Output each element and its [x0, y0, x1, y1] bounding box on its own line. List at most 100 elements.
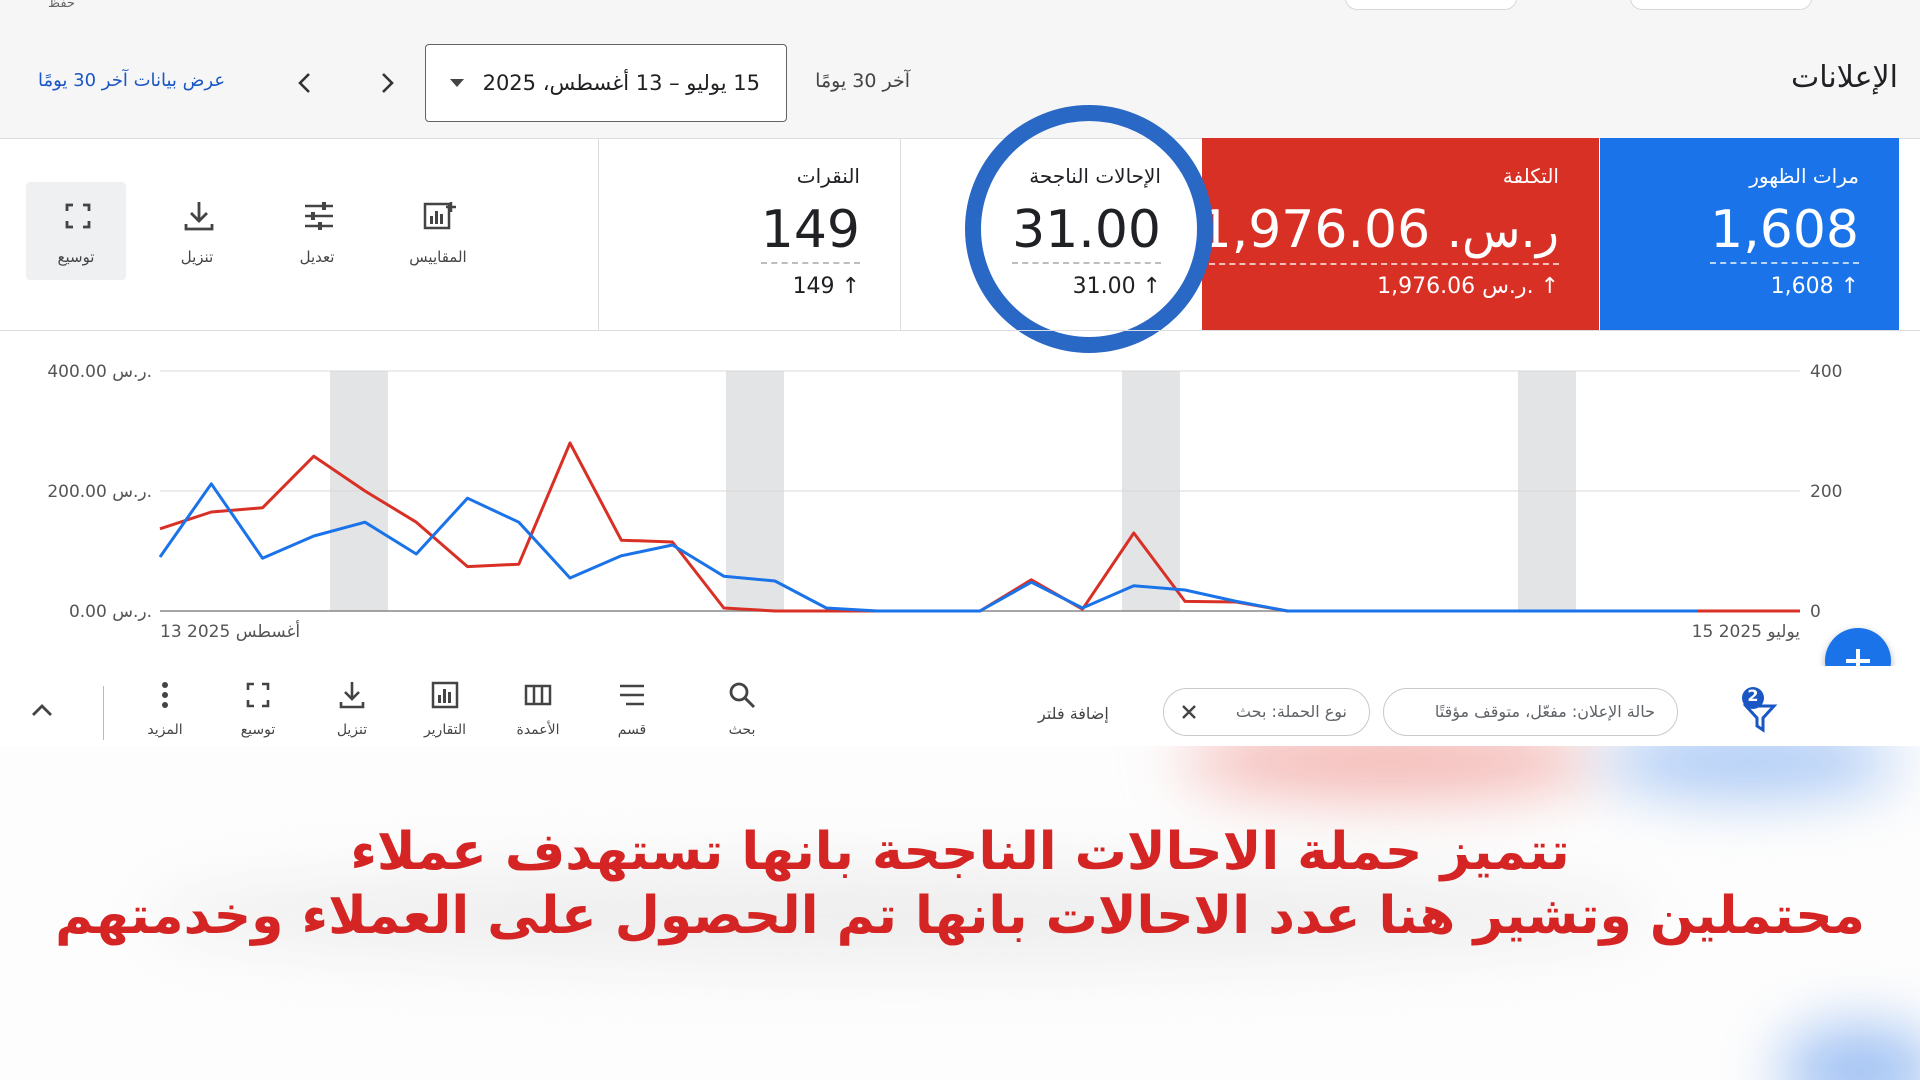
campaign-type-filter-chip[interactable]: نوع الحملة: بحث [1163, 688, 1370, 736]
more-button[interactable]: المزيد [125, 674, 205, 744]
y-tick-left: 0.00 ر.س. [69, 602, 152, 622]
next-period-button[interactable] [370, 66, 404, 100]
last-30-days-label: آخر 30 يومًا [815, 70, 910, 92]
save-label[interactable]: حفظ [48, 0, 75, 11]
ad-status-filter-text: حالة الإعلان: مفعّل، متوقف مؤقتًا [1434, 702, 1655, 721]
top-pill-left[interactable] [1345, 0, 1517, 10]
y-tick-right: 0 [1810, 602, 1821, 622]
filter-icon [1742, 687, 1778, 733]
arrow-up-icon: ↑ [1142, 274, 1161, 299]
clicks-comparison: 149 ↑ [793, 274, 860, 299]
segment-label: قسم [617, 722, 647, 738]
chevron-up-icon [32, 704, 52, 716]
y-tick-right: 400 [1810, 362, 1842, 382]
campaign-type-filter-text: نوع الحملة: بحث [1235, 702, 1347, 721]
reports-label: التقارير [423, 722, 467, 738]
x-tick-end-date: 13 أغسطس 2025 [160, 620, 300, 642]
ad-status-filter-chip[interactable]: حالة الإعلان: مفعّل، متوقف مؤقتًا [1383, 688, 1678, 736]
cost-value-line: ر.س. 1,976.06 [1198, 200, 1559, 265]
conversions-label: الإحالات الناجحة [1029, 164, 1161, 188]
impressions-card[interactable]: مرات الظهور 1,608 1,608 ↑ [1600, 138, 1899, 330]
download-icon [184, 202, 214, 231]
tune-icon [305, 202, 333, 230]
line-chart: 400.00 ر.س. 400 200.00 ر.س. 200 0.00 ر.س. 0 13… [47, 362, 1842, 642]
toolbar-divider [103, 686, 104, 740]
filter-count-badge: 2 [1747, 686, 1759, 705]
table-toolbar: المزيد توسيع تنزيل التقارير الأعمدة قسم … [0, 666, 1920, 746]
expand-table-button[interactable]: توسيع [218, 674, 298, 744]
clicks-sub-value: 149 [792, 274, 835, 299]
expand-icon [65, 203, 91, 229]
search-label: بحث [728, 722, 756, 738]
columns-label: الأعمدة [516, 722, 560, 738]
expand-button[interactable]: توسيع [26, 182, 126, 280]
segment-icon [620, 684, 644, 706]
arrow-up-icon: ↑ [841, 274, 860, 299]
caption-line-2: محتملين وتشير هنا عدد الاحالات بانها تم … [55, 886, 1865, 946]
y-tick-right: 200 [1810, 482, 1842, 502]
chevron-right-icon [382, 73, 394, 93]
clicks-card[interactable]: النقرات 149 149 ↑ [599, 138, 901, 330]
arrow-up-icon: ↑ [1540, 274, 1559, 299]
conversions-card[interactable]: الإحالات الناجحة 31.00 31.00 ↑ [901, 138, 1201, 330]
expand-label: توسيع [57, 248, 95, 266]
expand-icon [246, 682, 270, 708]
add-filter-button[interactable]: إضافة فلتر [1038, 704, 1109, 723]
chevron-left-icon [298, 73, 310, 93]
segment-button[interactable]: قسم [592, 674, 672, 744]
caption-line-1: تتميز حملة الاحالات الناجحة بانها تستهدف… [350, 822, 1570, 882]
date-range-picker[interactable]: 15 يوليو – 13 أغسطس، 2025 [425, 44, 787, 122]
impressions-comparison: 1,608 ↑ [1771, 274, 1859, 299]
conversions-sub-value: 31.00 [1072, 274, 1136, 299]
y-tick-left: 200.00 ر.س. [47, 482, 152, 502]
performance-chart: 400.00 ر.س. 400 200.00 ر.س. 200 0.00 ر.س. 0 13… [0, 330, 1920, 668]
top-pill-right[interactable] [1630, 0, 1812, 10]
filter-button[interactable]: 2 [1738, 684, 1782, 734]
cost-label: التكلفة [1502, 164, 1559, 188]
more-label: المزيد [147, 722, 183, 738]
columns-icon [524, 684, 552, 706]
columns-button[interactable]: الأعمدة [498, 674, 578, 744]
cost-card[interactable]: التكلفة ر.س. 1,976.06 1,976.06 ر.س. ↑ [1198, 138, 1599, 330]
search-icon [729, 682, 756, 709]
blur-blob [1180, 746, 1600, 796]
download-icon [339, 682, 365, 709]
previous-period-button[interactable] [288, 66, 322, 100]
cost-sub-value: 1,976.06 ر.س. [1377, 274, 1534, 299]
series-line [158, 482, 1698, 613]
cost-value: 1,976.06 [1198, 200, 1431, 260]
top-strip: حفظ [0, 0, 1920, 31]
download-table-label: تنزيل [336, 722, 368, 738]
y-tick-left: 400.00 ر.س. [47, 362, 152, 382]
collapse-button[interactable] [2, 674, 82, 744]
reports-icon [431, 681, 459, 709]
reports-button[interactable]: التقارير [405, 674, 485, 744]
more-icon [162, 682, 168, 708]
conversions-value: 31.00 [1012, 200, 1161, 264]
x-tick-start-date: 15 يوليو 2025 [1692, 622, 1801, 642]
adjust-label: تعديل [299, 248, 335, 266]
view-last-30-days-link[interactable]: عرض بيانات آخر 30 يومًا [38, 70, 225, 91]
download-label: تنزيل [180, 248, 214, 266]
conversions-comparison: 31.00 ↑ [1073, 274, 1161, 299]
download-table-button[interactable]: تنزيل [312, 674, 392, 744]
adjust-button[interactable]: تعديل [267, 182, 367, 280]
blur-blob [1600, 746, 1900, 796]
impressions-sub-value: 1,608 [1770, 274, 1834, 299]
close-icon[interactable] [1180, 703, 1198, 721]
impressions-value: 1,608 [1710, 200, 1859, 264]
date-range-text: 15 يوليو – 13 أغسطس، 2025 [482, 71, 760, 95]
download-button[interactable]: تنزيل [147, 182, 247, 280]
metrics-button[interactable]: المقاييس [388, 182, 488, 280]
blur-blob [1780, 1026, 1920, 1080]
page-header: الإعلانات آخر 30 يومًا 15 يوليو – 13 أغس… [0, 30, 1920, 139]
clicks-label: النقرات [796, 164, 860, 188]
metrics-icon [423, 202, 456, 230]
search-button[interactable]: بحث [702, 674, 782, 744]
metrics-label: المقاييس [409, 248, 467, 266]
page-title: الإعلانات [1791, 60, 1898, 95]
arrow-up-icon: ↑ [1840, 274, 1859, 299]
clicks-value: 149 [760, 200, 860, 264]
expand-table-label: توسيع [240, 722, 276, 738]
chevron-down-icon [450, 79, 464, 87]
